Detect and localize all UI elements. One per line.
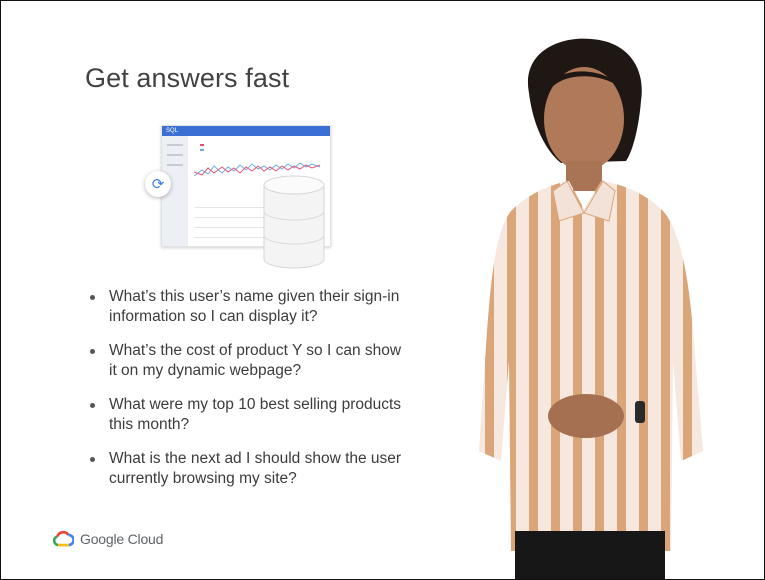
bullet-item: What is the next ad I should show the us… [89,449,409,489]
sql-window-titlebar: SQL [162,126,330,136]
bullet-text: What is the next ad I should show the us… [109,450,402,487]
bullet-item: What were my top 10 best selling product… [89,395,409,435]
bullet-item: What’s the cost of product Y so I can sh… [89,341,409,381]
bullet-dot [90,349,95,354]
slide: Get answers fast SQL ⟳ What’s this user’… [0,0,765,580]
bullet-item: What’s this user’s name given their sign… [89,287,409,327]
bullet-text: What’s the cost of product Y so I can sh… [109,342,402,379]
bullet-text: What were my top 10 best selling product… [109,396,402,433]
presenter-photo [479,38,703,579]
google-cloud-logo: Google Cloud [53,530,163,547]
bullet-dot [90,403,95,408]
sql-illustration: SQL ⟳ [141,119,441,279]
bullet-dot [90,457,95,462]
refresh-icon: ⟳ [145,171,171,197]
slide-title: Get answers fast [85,63,290,93]
bullet-list: What’s this user’s name given their sign… [89,287,409,503]
bullet-text: What’s this user’s name given their sign… [109,288,400,325]
database-icon [263,175,325,269]
cloud-icon [53,530,74,547]
logo-text: Google Cloud [80,530,164,547]
bullet-dot [90,295,95,300]
sql-window-title: SQL [166,128,179,134]
